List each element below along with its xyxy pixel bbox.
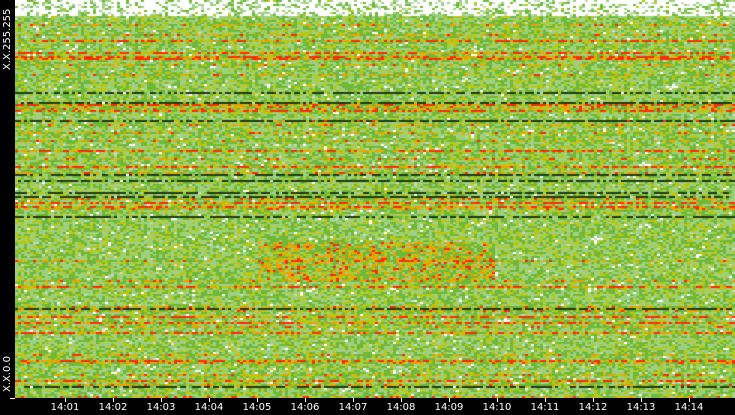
x-tick-label: 14:14 [674, 402, 704, 413]
x-tick-label: 14:05 [242, 402, 272, 413]
x-tick-label: 14:02 [98, 402, 128, 413]
y-label-bottom-text: X.X.0.0 [2, 356, 13, 392]
x-axis: 14:01 14:02 14:03 14:04 14:05 14:06 14:07 14:08… [0, 398, 735, 415]
x-tick-label: 14:01 [50, 402, 80, 413]
x-tick-label: 14:06 [290, 402, 320, 413]
x-tick-label: 14:13 [626, 402, 656, 413]
x-tick-label: 14:08 [386, 402, 416, 413]
x-tick-label: 14:09 [434, 402, 464, 413]
x-tick-label: 14:03 [146, 402, 176, 413]
axis-corner-tick [10, 398, 15, 399]
x-tick-label: 14:07 [338, 402, 368, 413]
y-axis: X.X.255.255 X.X.0.0 [0, 0, 15, 398]
y-label-top-text: X.X.255.255 [2, 8, 13, 70]
x-tick-label: 14:12 [578, 402, 608, 413]
x-tick-label: 14:04 [194, 402, 224, 413]
x-tick-label: 14:10 [482, 402, 512, 413]
heatmap-plot-area[interactable] [15, 0, 735, 398]
x-tick-label: 14:11 [530, 402, 560, 413]
